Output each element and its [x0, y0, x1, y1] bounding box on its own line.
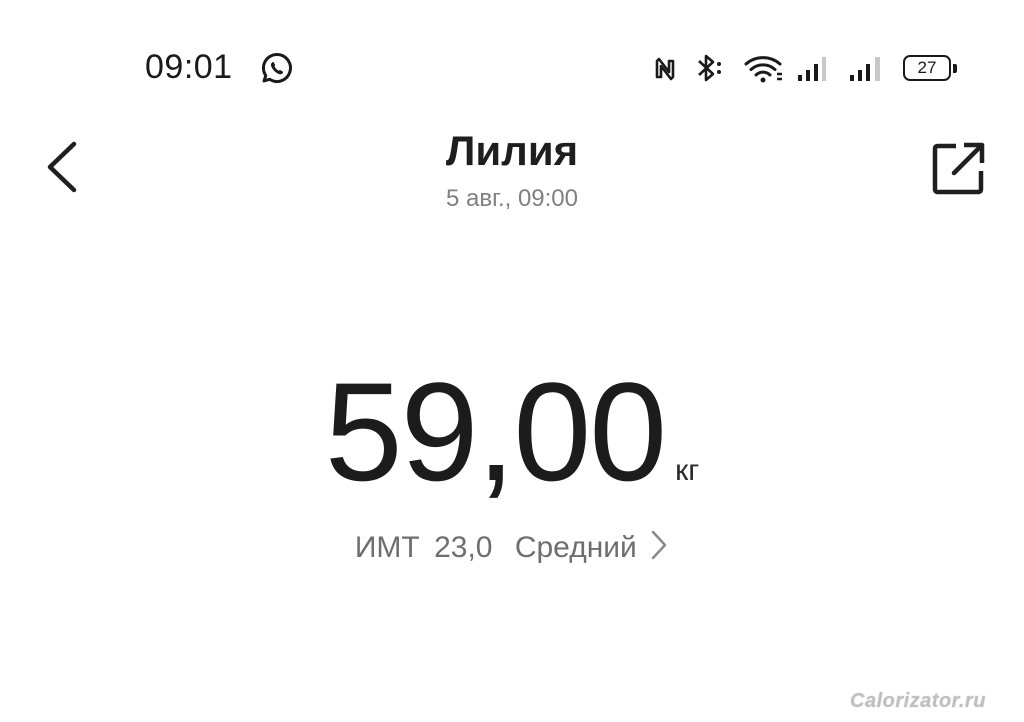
share-button[interactable] — [924, 134, 994, 204]
bmi-row[interactable]: ИМТ 23,0 Средний — [250, 528, 774, 568]
bmi-status: Средний — [514, 531, 637, 564]
status-time: 09:01 — [145, 48, 233, 86]
weight-value: 59,00 — [324, 353, 667, 510]
chevron-left-icon — [47, 141, 77, 193]
weight-display: 59,00 кг — [250, 362, 774, 512]
battery-level: 27 — [917, 58, 937, 77]
nfc-icon — [655, 57, 675, 81]
page-subtitle: 5 авг., 09:00 — [446, 185, 578, 212]
back-button[interactable] — [34, 134, 90, 200]
bmi-value: 23,0 — [434, 531, 493, 564]
chevron-right-icon — [651, 530, 667, 560]
signal-icon — [798, 57, 826, 81]
page-title: Лилия — [445, 127, 579, 174]
status-bar: 09:01 27 — [0, 0, 1024, 110]
whatsapp-icon — [261, 52, 292, 83]
signal-icon — [850, 57, 880, 81]
bluetooth-icon — [698, 54, 721, 82]
weight-unit: кг — [675, 454, 700, 487]
battery-icon: 27 — [903, 55, 957, 81]
watermark: Calorizator.ru — [850, 690, 986, 712]
wifi-icon — [744, 56, 782, 83]
bmi-label: ИМТ — [354, 531, 420, 564]
share-icon — [932, 142, 985, 195]
